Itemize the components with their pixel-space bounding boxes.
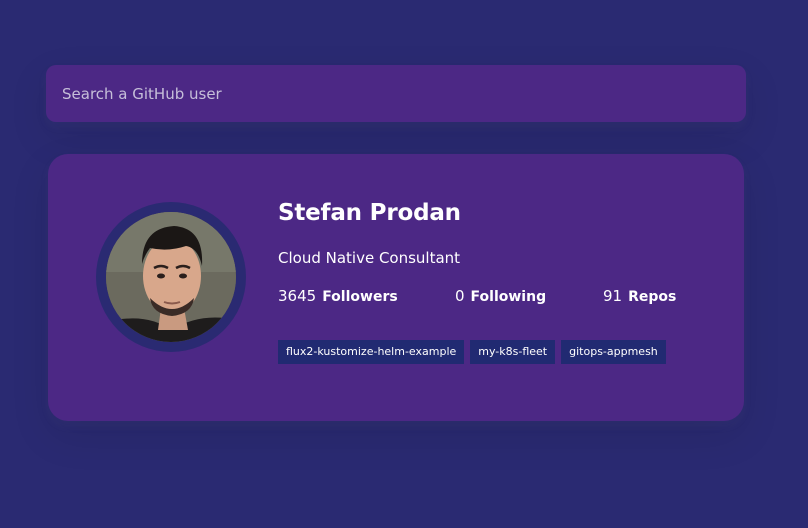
- search-input[interactable]: [46, 65, 746, 122]
- user-name: Stefan Prodan: [278, 200, 461, 226]
- repos-label: Repos: [628, 288, 677, 305]
- following-count: 0: [455, 286, 465, 305]
- repo-link[interactable]: gitops-appmesh: [561, 340, 666, 365]
- user-stats: 3645 Followers 0 Following 91 Repos: [278, 287, 718, 309]
- user-info: Stefan Prodan Cloud Native Consultant 36…: [278, 200, 718, 309]
- avatar: [106, 212, 236, 342]
- avatar-ring: [96, 202, 246, 352]
- repos-count: 91: [603, 286, 623, 305]
- avatar-image: [106, 212, 236, 342]
- profile-card: Stefan Prodan Cloud Native Consultant 36…: [48, 154, 744, 421]
- user-bio: Cloud Native Consultant: [278, 248, 461, 267]
- followers-label: Followers: [322, 288, 398, 305]
- repo-link[interactable]: flux2-kustomize-helm-example: [278, 340, 465, 365]
- stat-following: 0 Following: [455, 287, 546, 305]
- repo-link[interactable]: my-k8s-fleet: [470, 340, 556, 365]
- stat-followers: 3645 Followers: [278, 287, 398, 305]
- followers-count: 3645: [278, 286, 317, 305]
- stat-repos: 91 Repos: [603, 287, 676, 305]
- repo-list: flux2-kustomize-helm-example my-k8s-fleet…: [278, 340, 672, 365]
- following-label: Following: [470, 288, 547, 305]
- search-form: [46, 65, 746, 122]
